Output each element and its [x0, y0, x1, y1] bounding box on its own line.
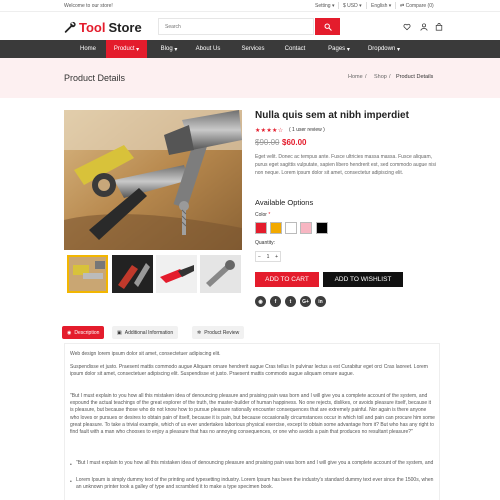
gear-icon: ✲ — [197, 329, 202, 336]
divider — [395, 2, 396, 9]
breadcrumb-current: Product Details — [396, 74, 434, 80]
nav-home[interactable]: Home — [70, 40, 106, 58]
content-paragraph: Suspendisse et justo. Praesent mattis co… — [70, 364, 428, 378]
search-icon — [324, 23, 332, 31]
product-main-image[interactable] — [64, 110, 242, 250]
quantity-label: Quantity: — [255, 240, 276, 246]
color-swatch-white[interactable] — [285, 222, 297, 234]
welcome-text: Welcome to our store! — [64, 3, 113, 9]
list-bullet: • — [70, 479, 72, 485]
language-dropdown[interactable]: English ▾ — [371, 3, 391, 9]
rating-stars: ★★★★☆ — [255, 128, 284, 134]
add-to-cart-button[interactable]: ADD TO CART — [255, 272, 319, 287]
thumbnail-image — [112, 255, 153, 293]
tab-additional-information[interactable]: ▣ Additional Information — [112, 326, 179, 339]
facebook-icon[interactable]: f — [270, 296, 281, 307]
color-label: Color * — [255, 212, 271, 218]
nav-pages[interactable]: Pages ▾ — [318, 40, 360, 58]
add-to-wishlist-button[interactable]: ADD TO WISHLIST — [323, 272, 403, 287]
logo-text-tool: Tool — [79, 19, 106, 35]
page-title: Product Details — [64, 73, 126, 83]
chevron-down-icon: ▾ — [395, 46, 401, 53]
nav-about-us[interactable]: About Us — [188, 40, 228, 58]
nav-dropdown[interactable]: Dropdown ▾ — [360, 40, 408, 58]
wrench-icon — [64, 21, 76, 33]
logo-text-store: Store — [108, 19, 142, 35]
compare-icon: ⇄ — [400, 3, 405, 9]
review-count-link[interactable]: ( 1 user review ) — [289, 127, 325, 133]
nav-blog[interactable]: Blog ▾ — [150, 40, 188, 58]
quantity-value[interactable]: 1 — [267, 254, 270, 260]
chevron-down-icon: ▾ — [172, 46, 178, 53]
breadcrumb-home[interactable]: Home — [348, 74, 363, 80]
breadcrumb-separator: / — [389, 74, 391, 80]
logo[interactable]: Tool Store — [64, 19, 142, 35]
description-icon: ◉ — [67, 329, 72, 336]
image-icon: ▣ — [117, 329, 122, 336]
content-paragraph: Web design lorem ipsum dolor sit amet, c… — [70, 351, 221, 357]
options-heading: Available Options — [255, 198, 314, 207]
thumbnail-3[interactable] — [156, 255, 197, 293]
twitter-icon[interactable]: t — [285, 296, 296, 307]
thumbnail-1[interactable] — [67, 255, 108, 293]
breadcrumb-separator: / — [365, 74, 367, 80]
thumbnail-4[interactable] — [200, 255, 241, 293]
product-short-description: Eget velit. Donec ac tempus ante. Fusce … — [255, 154, 436, 176]
thumbnail-image — [156, 255, 197, 293]
list-item: "But I must explain to you how all this … — [76, 460, 434, 466]
tab-description[interactable]: ◉ Description — [62, 326, 105, 339]
search-box — [158, 18, 314, 35]
color-swatch-red[interactable] — [255, 222, 267, 234]
breadcrumb-shop[interactable]: Shop — [374, 74, 387, 80]
rss-icon[interactable]: ◉ — [255, 296, 266, 307]
thumbnail-image — [200, 255, 241, 293]
google-plus-icon[interactable]: G+ — [300, 296, 311, 307]
decrement-button[interactable]: − — [258, 254, 261, 260]
color-swatch-orange[interactable] — [270, 222, 282, 234]
color-swatch-black[interactable] — [316, 222, 328, 234]
quantity-stepper: − 1 + — [255, 251, 281, 262]
nav-product[interactable]: Product ▾ — [106, 40, 147, 58]
hammer-wrench-photo — [64, 110, 242, 250]
thumbnail-2[interactable] — [112, 255, 153, 293]
chevron-down-icon: ▾ — [134, 46, 140, 53]
wishlist-heart-icon[interactable] — [402, 22, 411, 31]
nav-contact[interactable]: Contact — [275, 40, 315, 58]
list-bullet: • — [70, 462, 72, 468]
main-nav: Home Product ▾ Blog ▾ About Us Services … — [0, 40, 500, 58]
account-user-icon[interactable] — [419, 22, 428, 31]
compare-link[interactable]: ⇄ Compare (0) — [400, 3, 434, 9]
content-paragraph: "But I must explain to you how all this … — [70, 393, 435, 436]
required-asterisk: * — [266, 212, 271, 218]
tab-product-review[interactable]: ✲ Product Review — [192, 326, 245, 339]
cart-bag-icon[interactable] — [434, 22, 443, 31]
list-item: Lorem Ipsum is simply dummy text of the … — [76, 477, 434, 491]
top-bar: Welcome to our store! Setting ▾ $ USD ▾ … — [0, 0, 500, 12]
search-button[interactable] — [315, 18, 340, 35]
chevron-down-icon: ▾ — [345, 46, 350, 53]
divider — [366, 2, 367, 9]
current-price: $60.00 — [282, 138, 307, 147]
setting-dropdown[interactable]: Setting ▾ — [315, 3, 334, 9]
old-price: $90.00 — [255, 138, 280, 147]
linkedin-icon[interactable]: in — [315, 296, 326, 307]
increment-button[interactable]: + — [275, 254, 278, 260]
divider — [338, 2, 339, 9]
nav-services[interactable]: Services — [233, 40, 273, 58]
search-input[interactable] — [159, 19, 313, 34]
currency-dropdown[interactable]: $ USD ▾ — [343, 3, 362, 9]
product-title: Nulla quis sem at nibh imperdiet — [255, 110, 409, 121]
color-swatch-pink[interactable] — [300, 222, 312, 234]
thumbnail-image — [69, 257, 106, 291]
